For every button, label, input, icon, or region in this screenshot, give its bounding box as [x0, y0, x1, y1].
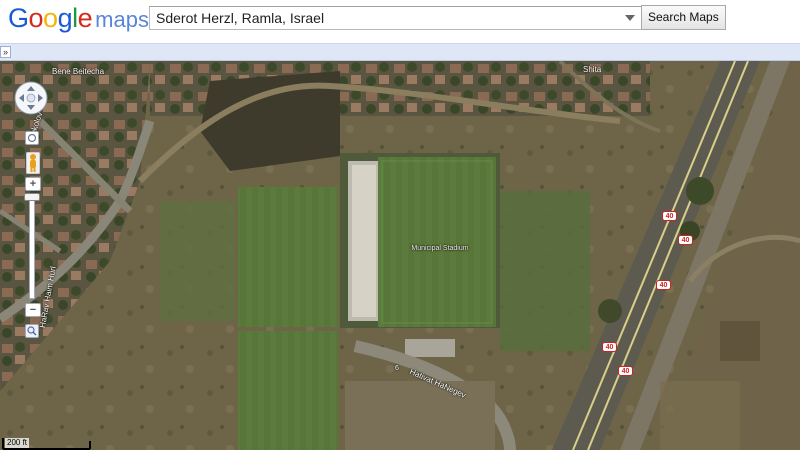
pegman-icon[interactable]: [26, 152, 40, 174]
minus-icon: −: [29, 304, 37, 316]
pan-arrows-icon[interactable]: [14, 81, 48, 115]
search-box: [149, 6, 642, 30]
route-shield: 40: [618, 366, 633, 376]
search-maps-button[interactable]: Search Maps: [641, 5, 726, 30]
expand-panel-button[interactable]: »: [0, 46, 11, 58]
toolbar-strip: »: [0, 43, 800, 61]
logo-product-text: maps: [95, 7, 149, 32]
route-shield: 40: [602, 342, 617, 352]
dropdown-arrow-icon[interactable]: [625, 15, 635, 21]
zoom-out-button[interactable]: −: [25, 303, 41, 317]
maps-app: Googlemaps Search Maps »: [0, 0, 800, 450]
plus-icon: +: [29, 178, 37, 190]
google-maps-logo[interactable]: Google maps: [8, 3, 149, 35]
satellite-imagery: [0, 61, 800, 450]
zoom-extent-icon[interactable]: [25, 324, 39, 338]
search-input[interactable]: [150, 7, 616, 29]
zoom-in-button[interactable]: +: [25, 177, 41, 191]
map-canvas[interactable]: Bene Beitecha Shita Municipal Stadium Ha…: [0, 61, 800, 450]
route-shield: 40: [678, 235, 693, 245]
route-shield: 40: [656, 280, 671, 290]
route-shield: 40: [662, 211, 677, 221]
scale-label: 200 ft: [5, 438, 30, 448]
header: Googlemaps Search Maps: [0, 0, 800, 43]
compass-icon[interactable]: [25, 131, 39, 145]
zoom-slider-track[interactable]: [29, 193, 35, 299]
zoom-slider-handle[interactable]: [24, 193, 40, 201]
